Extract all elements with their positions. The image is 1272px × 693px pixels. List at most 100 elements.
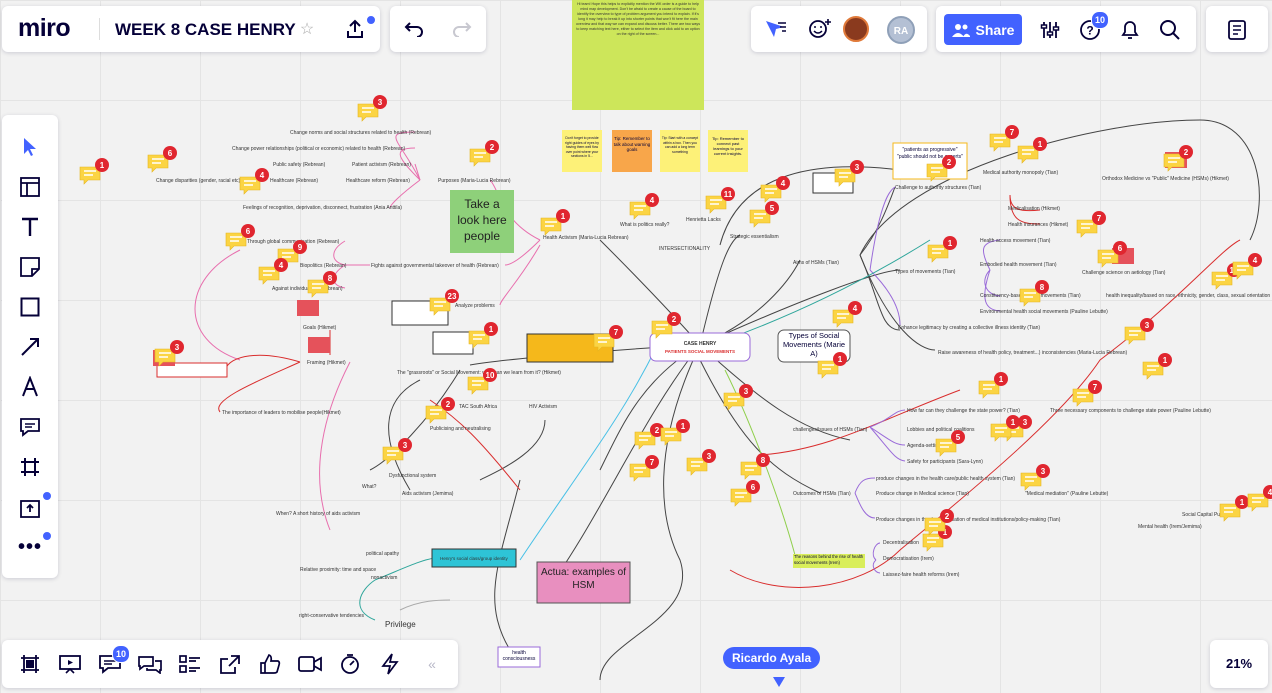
user-avatar-initials[interactable]: RA — [887, 16, 915, 44]
lightning-icon — [381, 653, 399, 675]
star-icon[interactable]: ☆ — [297, 19, 317, 39]
comment-marker[interactable]: 7 — [593, 325, 623, 352]
comment-marker[interactable]: 3 — [382, 438, 412, 465]
user-avatar-photo[interactable] — [843, 16, 869, 42]
framed-node[interactable] — [432, 331, 474, 355]
comment-marker[interactable]: 8 — [740, 453, 770, 480]
undo-redo-bar — [390, 6, 486, 52]
comment-marker[interactable]: 1 — [1219, 495, 1249, 522]
comment-marker[interactable]: 1 — [468, 322, 498, 349]
comment-marker[interactable]: 2 — [425, 397, 455, 424]
comment-marker[interactable]: 7 — [1072, 380, 1102, 407]
comment-count: 2 — [947, 158, 952, 167]
board-label: Embodied health movement (Tian) — [980, 262, 1057, 268]
comment-marker[interactable]: 5 — [749, 201, 779, 228]
sticky-note-tool[interactable] — [18, 255, 42, 279]
reactions-button[interactable] — [763, 17, 789, 41]
comment-marker[interactable]: 1 — [927, 236, 957, 263]
comment-marker[interactable]: 3 — [154, 340, 184, 367]
settings-button[interactable] — [1038, 18, 1062, 42]
comment-marker[interactable]: 7 — [1076, 211, 1106, 238]
presentation-button[interactable] — [58, 652, 82, 676]
comment-marker[interactable]: 4 — [1247, 485, 1272, 512]
comment-marker[interactable]: 6 — [730, 480, 760, 507]
zoom-level[interactable]: 21% — [1210, 656, 1268, 671]
board-label: Raise awareness of health policy, treatm… — [938, 350, 1127, 356]
comment-marker[interactable]: 2 — [469, 140, 499, 167]
comment-marker[interactable]: 7 — [989, 125, 1019, 152]
redo-button[interactable] — [450, 17, 474, 41]
comment-marker[interactable]: 1 — [540, 209, 570, 236]
add-collaborator-button[interactable] — [807, 17, 833, 41]
comment-tool[interactable] — [18, 415, 42, 439]
comment-count: 1 — [1240, 498, 1245, 507]
comment-marker[interactable]: 8 — [307, 271, 337, 298]
comment-count: 1 — [838, 355, 843, 364]
top-left-bar: miro WEEK 8 CASE HENRY ☆ — [2, 6, 380, 52]
video-call-button[interactable] — [298, 652, 322, 676]
comment-marker[interactable]: 11 — [705, 187, 735, 214]
comment-marker[interactable]: 4 — [258, 258, 288, 285]
comment-marker[interactable]: 3 — [686, 449, 716, 476]
comment-marker[interactable]: 3 — [1124, 318, 1154, 345]
external-link-icon — [220, 655, 240, 674]
board-title[interactable]: WEEK 8 CASE HENRY — [115, 20, 296, 40]
comment-marker[interactable]: 3 — [834, 160, 864, 187]
comment-marker[interactable]: 4 — [629, 193, 659, 220]
frames-button[interactable] — [18, 652, 42, 676]
board-label: "Medical mediation" (Pauline Lebutte) — [1025, 491, 1109, 497]
center-node[interactable] — [649, 332, 751, 362]
upload-tool[interactable] — [18, 495, 42, 519]
connection-line-tool[interactable] — [18, 335, 42, 359]
frame-tool[interactable] — [18, 455, 42, 479]
comment-marker[interactable]: 2 — [634, 423, 664, 450]
notifications-button[interactable] — [1118, 18, 1142, 42]
comment-marker[interactable]: 1 — [978, 372, 1008, 399]
comment-marker[interactable]: 4 — [832, 301, 862, 328]
more-tools[interactable]: ••• — [18, 535, 42, 559]
chat-button[interactable] — [138, 652, 162, 676]
comment-marker[interactable]: 4 — [1232, 253, 1262, 280]
connector — [869, 426, 906, 446]
comment-marker[interactable]: 4 — [239, 168, 269, 195]
templates-tool[interactable] — [18, 175, 42, 199]
board-outline-button[interactable] — [178, 652, 202, 676]
notes-button[interactable] — [1225, 18, 1249, 42]
export-button[interactable] — [342, 17, 368, 41]
board-label: Health Activism (Maria-Lucia Rebrean) — [543, 235, 629, 241]
comment-marker[interactable]: 1 — [1017, 137, 1047, 164]
miro-logo[interactable]: miro — [18, 14, 71, 43]
text-tool[interactable] — [18, 215, 42, 239]
search-icon — [1160, 20, 1180, 40]
comment-count: 1 — [100, 161, 105, 170]
comment-marker[interactable]: 7 — [629, 455, 659, 482]
voting-button[interactable] — [258, 652, 282, 676]
select-tool[interactable] — [18, 135, 42, 159]
square-icon — [20, 297, 40, 317]
timer-button[interactable] — [338, 652, 362, 676]
comment-marker[interactable]: 1 — [660, 419, 690, 446]
comment-marker[interactable]: 1 — [79, 158, 109, 185]
board-canvas[interactable]: Hi team! Hope this helps to explicitly m… — [0, 0, 1272, 693]
comment-marker[interactable]: 6 — [147, 146, 177, 173]
collapse-toolbar-button[interactable]: « — [422, 652, 442, 676]
comment-count: 4 — [650, 196, 655, 205]
pen-tool[interactable] — [18, 375, 42, 399]
comment-marker[interactable]: 3 — [357, 95, 387, 122]
undo-button[interactable] — [402, 17, 426, 41]
share-button[interactable]: Share — [944, 14, 1022, 45]
board-label: TAC South Africa — [459, 404, 497, 410]
comment-marker[interactable]: 3 — [1020, 464, 1050, 491]
power-ups-button[interactable] — [378, 652, 402, 676]
comment-marker[interactable]: 23 — [429, 289, 459, 316]
share-screen-button[interactable] — [218, 652, 242, 676]
shape-tool[interactable] — [18, 295, 42, 319]
search-button[interactable] — [1158, 18, 1182, 42]
comment-marker[interactable]: 5 — [935, 430, 965, 457]
comment-marker[interactable]: 6 — [225, 224, 255, 251]
comment-marker[interactable]: 8 — [1019, 280, 1049, 307]
comment-marker[interactable]: 3 — [723, 384, 753, 411]
comment-marker[interactable]: 2 — [1163, 145, 1193, 172]
comment-marker[interactable]: 1 — [1142, 353, 1172, 380]
chat-icon — [138, 656, 162, 674]
